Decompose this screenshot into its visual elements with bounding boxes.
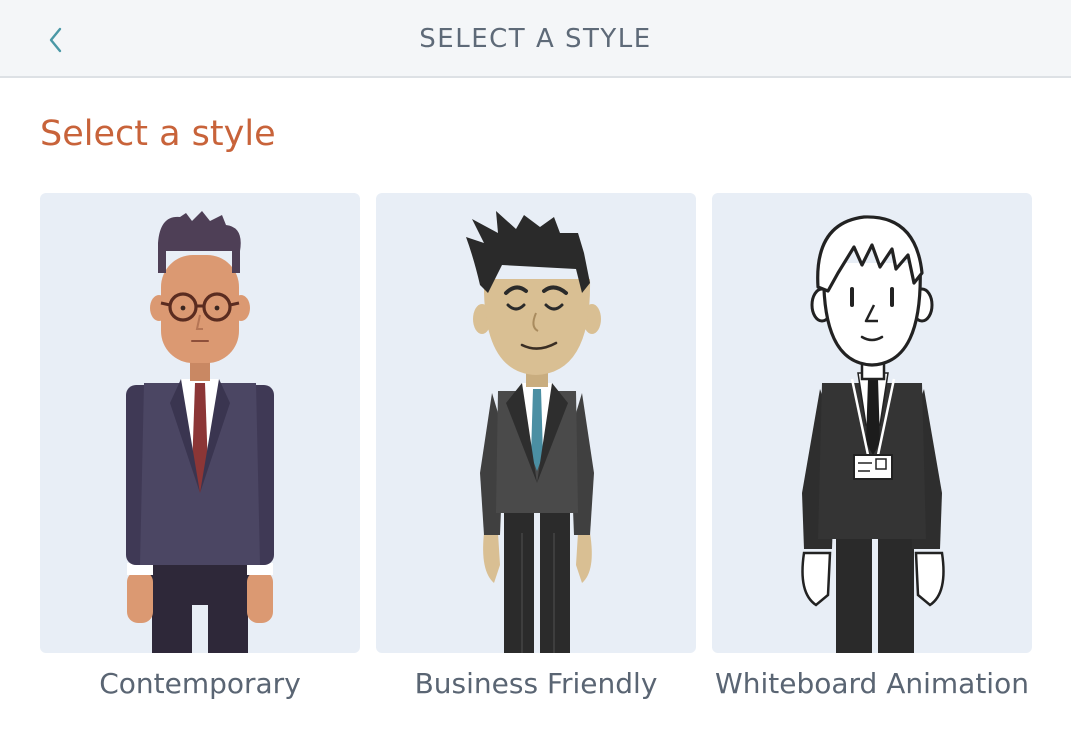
- business-friendly-character-illustration: [466, 211, 601, 653]
- style-label-business-friendly[interactable]: Business Friendly: [376, 667, 696, 700]
- header-title: SELECT A STYLE: [419, 24, 652, 54]
- whiteboard-character-illustration: [801, 215, 945, 653]
- section-title: Select a style: [40, 114, 276, 154]
- contemporary-character-illustration: [126, 211, 274, 653]
- style-card-contemporary[interactable]: [40, 193, 360, 653]
- style-label-whiteboard-animation[interactable]: Whiteboard Animation: [712, 667, 1032, 700]
- style-card-whiteboard-animation[interactable]: [712, 193, 1032, 653]
- style-label-contemporary[interactable]: Contemporary: [40, 667, 360, 700]
- top-bar: SELECT A STYLE: [0, 0, 1071, 78]
- style-card-business-friendly[interactable]: [376, 193, 696, 653]
